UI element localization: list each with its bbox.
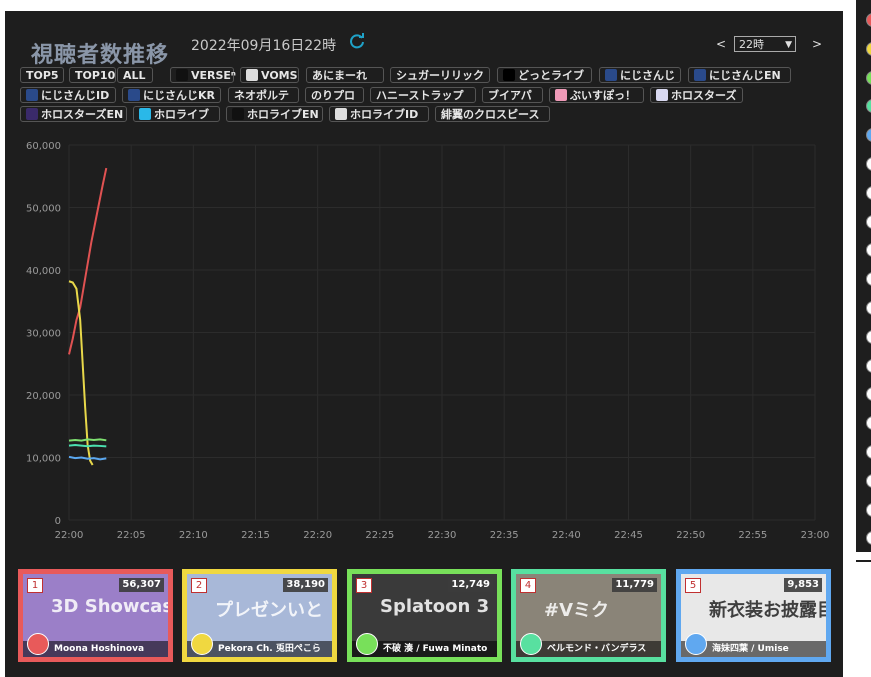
x-tick-label: 22:55 — [738, 530, 767, 541]
avatar — [356, 633, 378, 655]
viewer-count: 12,749 — [448, 578, 493, 592]
x-tick-label: 22:45 — [614, 530, 643, 541]
sidebar-avatar-icon[interactable] — [866, 445, 871, 459]
sidebar-avatar-icon[interactable] — [866, 243, 871, 258]
sidebar-avatar-icon[interactable] — [866, 473, 871, 488]
viewer-line-chart: 0 10,000 20,000 30,000 40,000 50,000 60,000 22:… — [26, 141, 830, 541]
avatar — [27, 633, 49, 655]
y-tick-label: 0 — [55, 516, 61, 527]
thumbnail-text: #Vミク — [544, 600, 610, 621]
stream-card[interactable]: #Vミク 4 11,779 ベルモンド・バンデラス — [511, 569, 666, 662]
avatar — [520, 633, 542, 655]
thumbnail-text: Splatoon 3 — [380, 596, 490, 617]
sidebar-avatar-icon[interactable] — [866, 214, 871, 229]
x-tick-label: 22:00 — [55, 530, 84, 541]
x-tick-label: 22:20 — [303, 530, 332, 541]
x-tick-label: 23:00 — [801, 530, 830, 541]
avatar — [191, 633, 213, 655]
sidebar-avatar-icon[interactable] — [866, 157, 871, 171]
viewer-count: 56,307 — [119, 578, 164, 592]
x-tick-label: 22:15 — [241, 530, 270, 541]
viewer-count: 11,779 — [612, 578, 657, 592]
rank-badge: 3 — [356, 578, 372, 593]
rank-badge: 4 — [520, 578, 536, 593]
sidebar-avatar-icon[interactable] — [866, 301, 871, 315]
thumbnail-text: プレゼンいと — [215, 600, 323, 621]
stream-card[interactable]: プレゼンいと 2 38,190 Pekora Ch. 兎田ぺこら — [182, 569, 337, 662]
sidebar-avatar-icon[interactable] — [866, 185, 871, 200]
sidebar-avatar-icon[interactable] — [866, 502, 871, 517]
sidebar-avatar-icon[interactable] — [866, 70, 871, 85]
sidebar-avatar-icon[interactable] — [866, 13, 871, 27]
x-tick-label: 22:30 — [428, 530, 457, 541]
thumbnail-text: 新衣装お披露目 — [709, 600, 826, 621]
y-tick-label: 40,000 — [26, 266, 61, 277]
right-sidebar — [856, 0, 871, 552]
top-strip — [0, 0, 843, 11]
thumbnail-text: 3D Showcase — [51, 596, 168, 617]
series-line — [68, 167, 108, 355]
x-tick-label: 22:50 — [676, 530, 705, 541]
viewer-trend-panel: 視聴者数推移 2022年09月16日22時 < 22時 ▼ > TOP5 TOP1… — [5, 11, 843, 677]
stream-card[interactable]: 新衣装お披露目 5 9,853 海妹四葉 / Umise — [676, 569, 831, 662]
sidebar-avatar-icon[interactable] — [866, 358, 871, 373]
x-tick-label: 22:25 — [365, 530, 394, 541]
y-tick-label: 20,000 — [26, 391, 61, 402]
stream-card[interactable]: Splatoon 3 3 12,749 不破 湊 / Fuwa Minato — [347, 569, 502, 662]
sidebar-avatar-icon[interactable] — [866, 387, 871, 402]
viewer-count: 38,190 — [283, 578, 328, 592]
y-tick-label: 10,000 — [26, 454, 61, 465]
x-tick-label: 22:40 — [552, 530, 581, 541]
sidebar-avatar-icon[interactable] — [866, 128, 871, 143]
sidebar-edge — [856, 560, 871, 562]
y-tick-label: 50,000 — [26, 204, 61, 215]
sidebar-avatar-icon[interactable] — [866, 41, 871, 56]
stream-card[interactable]: 3D Showcase156,307Moona Hoshinova — [18, 569, 173, 662]
avatar — [685, 633, 707, 655]
x-tick-label: 22:10 — [179, 530, 208, 541]
y-tick-label: 60,000 — [26, 141, 61, 152]
sidebar-avatar-icon[interactable] — [866, 531, 871, 546]
rank-badge: 1 — [27, 578, 43, 593]
sidebar-bottom-area — [856, 552, 871, 677]
sidebar-avatar-icon[interactable] — [866, 272, 871, 287]
sidebar-avatar-icon[interactable] — [866, 99, 871, 114]
rank-badge: 5 — [685, 578, 701, 593]
x-tick-label: 22:35 — [490, 530, 519, 541]
sidebar-avatar-icon[interactable] — [866, 329, 871, 344]
y-tick-label: 30,000 — [26, 329, 61, 340]
x-tick-label: 22:05 — [117, 530, 146, 541]
rank-badge: 2 — [191, 578, 207, 593]
viewer-count: 9,853 — [784, 578, 822, 592]
sidebar-avatar-icon[interactable] — [866, 416, 871, 431]
